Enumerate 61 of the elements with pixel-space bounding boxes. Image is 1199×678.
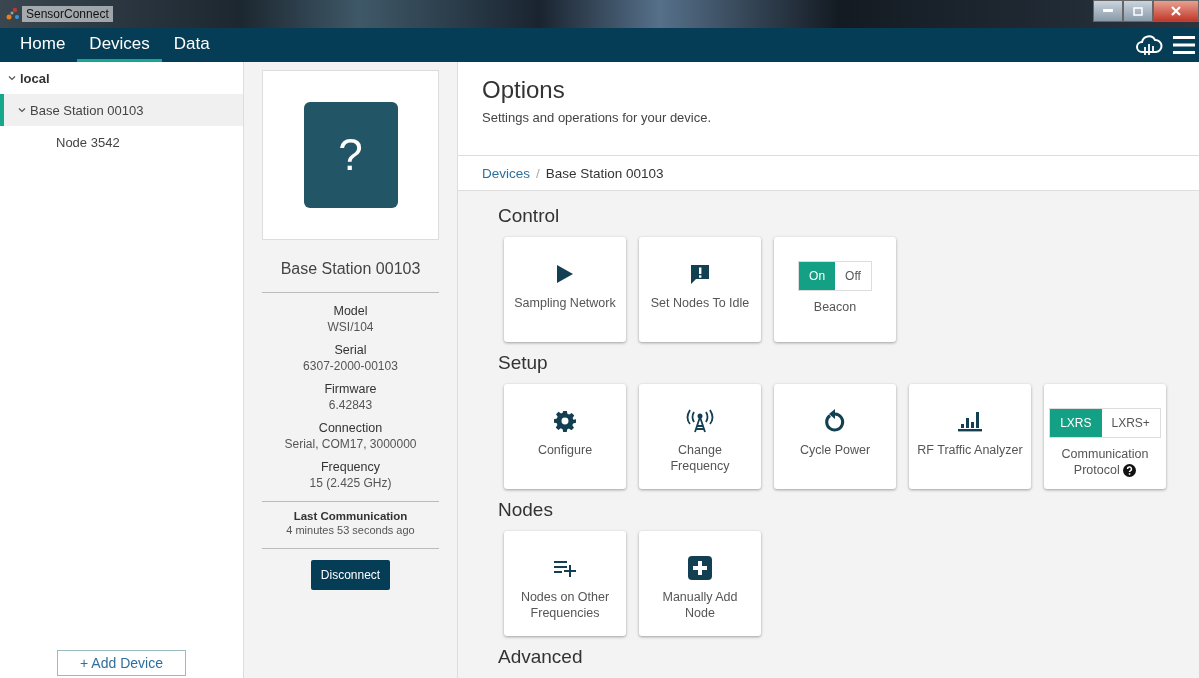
- breadcrumb-separator: /: [536, 165, 540, 181]
- action-tile[interactable]: Configure: [504, 384, 626, 489]
- play-icon: [556, 264, 574, 284]
- page-title: Options: [482, 76, 566, 104]
- unknown-device-tile: ?: [303, 102, 398, 208]
- bar-chart-icon: [957, 410, 983, 432]
- section-heading: Control: [498, 205, 561, 227]
- field-label: Frequency: [320, 460, 380, 474]
- field-value: 6307-2000-00103: [303, 359, 398, 373]
- disconnect-button[interactable]: Disconnect: [310, 560, 391, 590]
- field-label: Serial: [334, 343, 367, 357]
- tree-item[interactable]: local: [0, 62, 243, 94]
- restore-icon: [1132, 6, 1144, 16]
- field-value: Serial, COM17, 3000000: [284, 437, 417, 451]
- add-device-button[interactable]: + Add Device: [57, 650, 186, 676]
- close-icon: [1171, 6, 1181, 16]
- close-button[interactable]: [1153, 0, 1199, 22]
- section-heading: Advanced: [498, 646, 584, 668]
- action-tile[interactable]: Nodes on Other Frequencies: [504, 531, 626, 636]
- tree-item[interactable]: Base Station 00103: [0, 94, 243, 126]
- minimize-icon: [1103, 9, 1113, 13]
- window-title: SensorConnect: [22, 6, 113, 22]
- app-logo-icon: [6, 7, 20, 21]
- action-tile[interactable]: Set Nodes To Idle: [639, 237, 761, 342]
- nav-tab[interactable]: Home: [8, 28, 78, 62]
- section-heading: Setup: [498, 352, 549, 374]
- field-label: Model: [333, 304, 368, 318]
- page-subtitle: Settings and operations for your device.: [482, 110, 713, 125]
- section-heading: Nodes: [498, 499, 554, 521]
- action-tile[interactable]: Sampling Network: [504, 237, 626, 342]
- action-tile[interactable]: Manually Add Node: [639, 531, 761, 636]
- nav-tab[interactable]: Data: [161, 28, 222, 62]
- field-label: Last Communication: [293, 510, 408, 522]
- minimize-button[interactable]: [1093, 0, 1123, 22]
- caret-icon[interactable]: [18, 106, 26, 114]
- toggle-tile: On Off Beacon: [774, 237, 896, 342]
- field-value: 4 minutes 53 seconds ago: [286, 524, 415, 536]
- add-icon: [688, 556, 712, 580]
- field-value: 6.42843: [328, 398, 373, 412]
- field-value: WSI/104: [327, 320, 374, 334]
- list-add-icon: [553, 559, 577, 577]
- alert-message-icon: [689, 263, 711, 285]
- refresh-icon: [824, 409, 846, 433]
- cloud-chart-icon[interactable]: [1135, 33, 1163, 57]
- help-icon[interactable]: [1123, 464, 1137, 478]
- breadcrumb-current: Base Station 00103: [545, 165, 664, 181]
- toggle-tile: LXRS LXRS+ Communication Protocol: [1044, 384, 1166, 489]
- action-tile[interactable]: Cycle Power: [774, 384, 896, 489]
- tree-item[interactable]: Node 3542: [0, 126, 243, 158]
- field-label: Firmware: [324, 382, 377, 396]
- caret-icon[interactable]: [8, 74, 16, 82]
- field-label: Connection: [318, 421, 383, 435]
- action-tile[interactable]: Change Frequency: [639, 384, 761, 489]
- maximize-button[interactable]: [1123, 0, 1153, 22]
- gear-icon: [554, 410, 576, 432]
- menu-icon[interactable]: [1173, 35, 1195, 55]
- device-name: Base Station 00103: [279, 260, 422, 278]
- action-tile[interactable]: RF Traffic Analyzer: [909, 384, 1031, 489]
- field-value: 15 (2.425 GHz): [309, 476, 392, 490]
- breadcrumb-link[interactable]: Devices: [482, 165, 530, 181]
- antenna-tower-icon: [685, 409, 715, 433]
